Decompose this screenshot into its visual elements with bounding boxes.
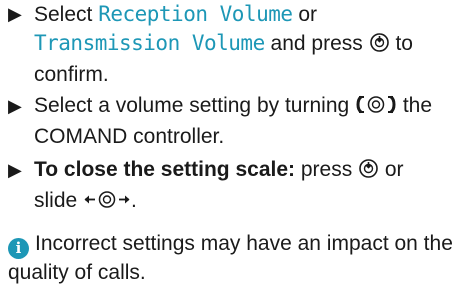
press-controller-icon <box>358 158 379 187</box>
step-3-press-text: press <box>295 158 359 181</box>
info-note-text: Incorrect settings may have an impact on… <box>8 232 453 284</box>
info-icon: i <box>8 238 29 259</box>
step-1-select-text: Select <box>34 3 99 26</box>
step-1-or-text: or <box>292 3 318 26</box>
reception-volume-label: Reception Volume <box>98 2 293 26</box>
info-note: i Incorrect settings may have an impact o… <box>8 230 458 287</box>
manual-page: ▶ Select Reception Volume or Transmission… <box>0 0 464 307</box>
bullet-triangle-icon: ▶ <box>8 4 22 24</box>
turn-controller-icon <box>355 94 397 123</box>
step-3-period: . <box>131 189 137 212</box>
slide-controller-icon <box>83 189 131 218</box>
step-1-press-text: and press <box>264 32 369 55</box>
bullet-triangle-icon: ▶ <box>8 96 22 116</box>
step-2-text-before-icon: Select a volume setting by turning <box>34 94 356 117</box>
transmission-volume-label: Transmission Volume <box>34 31 265 55</box>
step-3-text: To close the setting scale: press or sli… <box>34 156 450 218</box>
step-2-text: Select a volume setting by turning the C… <box>34 92 450 151</box>
step-1-text: Select Reception Volume or Transmission V… <box>34 0 450 89</box>
close-setting-scale-heading: To close the setting scale: <box>34 158 296 181</box>
press-controller-icon <box>369 32 390 61</box>
bullet-triangle-icon: ▶ <box>8 160 22 180</box>
